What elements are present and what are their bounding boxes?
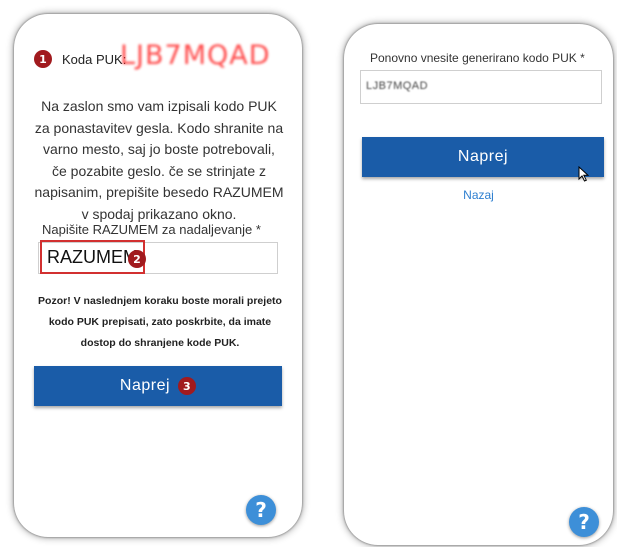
next-button[interactable]: Naprej 3 [34,366,282,406]
help-icon[interactable]: ? [246,495,276,525]
cursor-icon [578,166,590,182]
puk-reentry-value: LJB7MQAD [366,80,429,92]
next-button-label: Naprej [119,377,171,394]
phone-screen-left: 1 Koda PUK: LJB7MQAD Na zaslon smo vam i… [14,14,302,537]
help-icon[interactable]: ? [569,507,599,537]
next-button[interactable]: Naprej [362,137,604,177]
step-badge-3: 3 [178,377,197,395]
step-badge-1: 1 [34,50,52,68]
puk-label: Koda PUK: [62,52,127,67]
confirm-field-label: Napišite RAZUMEM za nadaljevanje * [42,222,261,237]
next-button-label: Naprej [457,148,509,165]
step-badge-2: 2 [128,250,146,268]
warning-text: Pozor! V naslednjem koraku boste morali … [38,295,282,349]
back-link[interactable]: Nazaj [344,188,613,202]
puk-reentry-label: Ponovno vnesite generirano kodo PUK * [370,51,585,65]
puk-code: LJB7MQAD [120,40,271,71]
info-text: Na zaslon smo vam izpisali kodo PUK za p… [34,98,284,222]
phone-screen-right: Ponovno vnesite generirano kodo PUK * LJ… [344,24,613,545]
